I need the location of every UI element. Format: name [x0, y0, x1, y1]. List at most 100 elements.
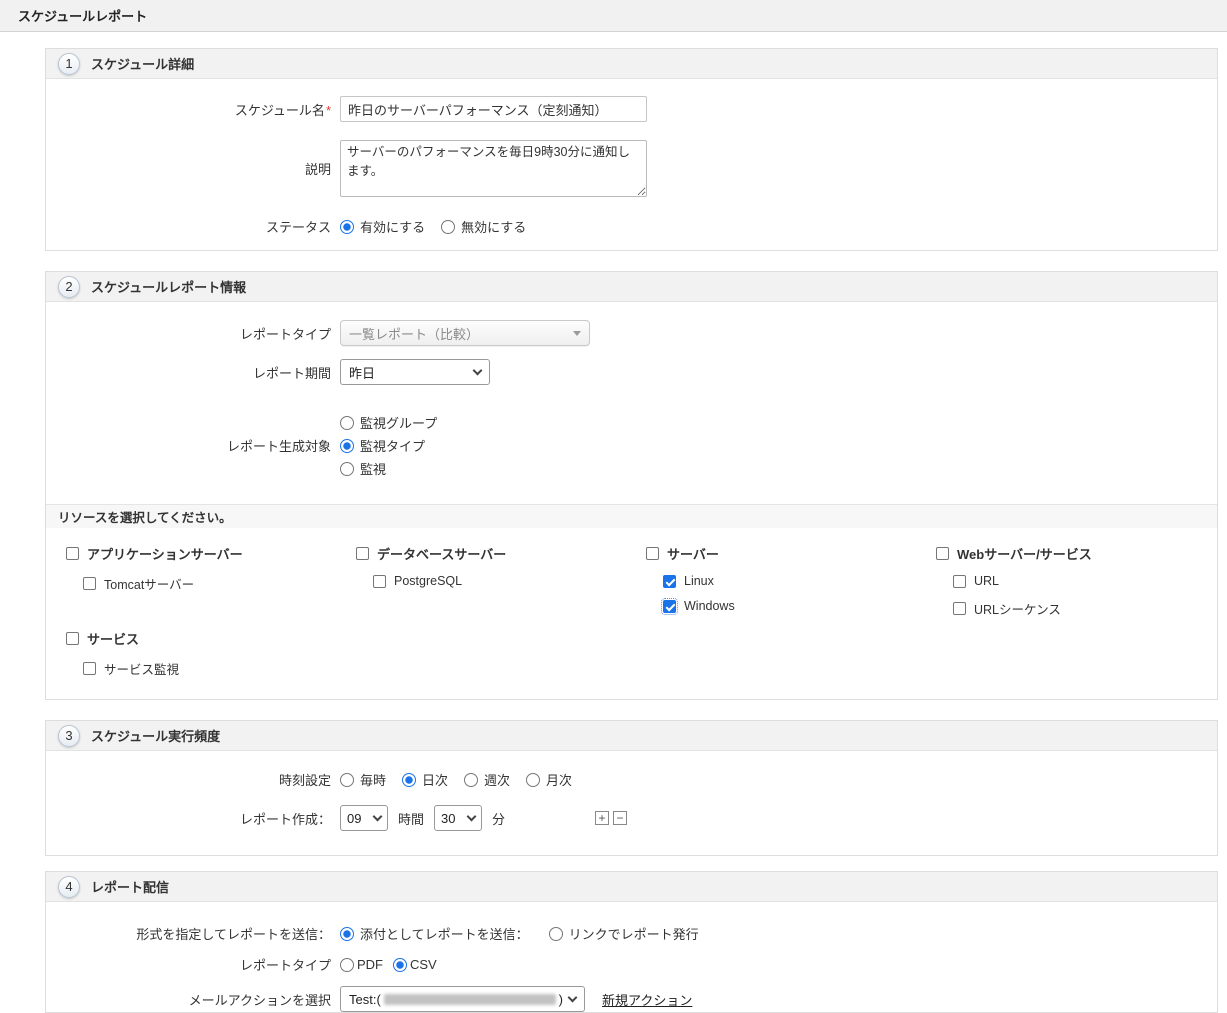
- page-header: スケジュールレポート: [0, 0, 1227, 32]
- minute-value: 30: [441, 810, 456, 826]
- checkbox-checked-icon[interactable]: [661, 597, 678, 615]
- radio-unchecked-icon[interactable]: [464, 772, 479, 787]
- radio-checked-icon[interactable]: [340, 219, 354, 234]
- checkbox-unchecked-icon[interactable]: [373, 574, 386, 588]
- section4-number-badge: 4: [58, 875, 80, 898]
- resource-child-label: Windows: [684, 599, 735, 613]
- radio-unchecked-icon[interactable]: [340, 772, 354, 787]
- report-type-row: レポートタイプ 一覧レポート（比較）: [46, 320, 1217, 346]
- format-option-attachment[interactable]: 添付としてレポートを送信：: [340, 924, 529, 943]
- mail-action-value-prefix: Test:(: [349, 991, 381, 1007]
- resource-child-label: Tomcatサーバー: [104, 578, 195, 592]
- time-option-label: 週次: [484, 773, 511, 788]
- checkbox-unchecked-icon[interactable]: [936, 547, 949, 560]
- status-row: ステータス 有効にする 無効にする: [46, 217, 1217, 250]
- radio-unchecked-icon[interactable]: [526, 772, 541, 787]
- status-label: ステータス: [265, 220, 331, 235]
- radio-checked-icon[interactable]: [340, 438, 354, 453]
- radio-unchecked-icon[interactable]: [340, 957, 354, 972]
- checkbox-unchecked-icon[interactable]: [646, 547, 659, 560]
- checkbox-unchecked-icon[interactable]: [83, 662, 96, 675]
- checkbox-unchecked-icon[interactable]: [66, 547, 79, 560]
- type-option-csv[interactable]: CSV: [393, 957, 437, 972]
- minute-select[interactable]: 30: [434, 805, 483, 831]
- resource-parent[interactable]: アプリケーションサーバー: [66, 544, 356, 563]
- time-option-label: 日次: [422, 773, 449, 788]
- report-period-select[interactable]: 昨日: [340, 359, 490, 385]
- section2-header: 2 スケジュールレポート情報: [46, 272, 1217, 302]
- resource-child-url[interactable]: URL: [953, 574, 1226, 588]
- type-option-label: PDF: [357, 957, 383, 972]
- description-row: 説明 サーバーのパフォーマンスを毎日9時30分に通知します。: [46, 140, 1217, 197]
- radio-unchecked-icon[interactable]: [548, 926, 563, 941]
- description-textarea[interactable]: サーバーのパフォーマンスを毎日9時30分に通知します。: [340, 140, 647, 197]
- add-time-icon[interactable]: +: [595, 811, 610, 825]
- chevron-down-icon: [567, 992, 578, 1003]
- mail-action-select[interactable]: Test:( ): [340, 986, 585, 1012]
- time-option-daily[interactable]: 日次: [402, 770, 448, 789]
- resource-child-tomcat[interactable]: Tomcatサーバー: [83, 574, 356, 593]
- target-option-label: 監視グループ: [360, 416, 438, 431]
- resource-grid: アプリケーションサーバー Tomcatサーバー データベースサーバー Postg…: [46, 528, 1217, 699]
- section-schedule-frequency: 3 スケジュール実行頻度 時刻設定 毎時 日次 週次 月次 レポート作成： 09…: [45, 720, 1218, 856]
- resource-child-windows[interactable]: Windows: [661, 597, 936, 615]
- checkbox-unchecked-icon[interactable]: [953, 574, 966, 588]
- radio-unchecked-icon[interactable]: [340, 415, 354, 430]
- resource-parent-label: アプリケーションサーバー: [87, 547, 243, 562]
- resource-parent[interactable]: Webサーバー/サービス: [936, 544, 1226, 563]
- status-option-disable[interactable]: 無効にする: [441, 217, 526, 236]
- report-type-select: 一覧レポート（比較）: [340, 320, 590, 346]
- resource-child-label: URL: [974, 574, 1000, 588]
- hour-unit-label: 時間: [398, 811, 425, 827]
- hour-value: 09: [347, 810, 362, 826]
- resource-child-linux[interactable]: Linux: [663, 574, 936, 588]
- target-option-monitor-type[interactable]: 監視タイプ: [340, 436, 437, 455]
- report-creation-label: レポート作成：: [239, 811, 331, 827]
- section2-number-badge: 2: [58, 275, 80, 298]
- checkbox-unchecked-icon[interactable]: [83, 577, 96, 590]
- radio-checked-icon[interactable]: [393, 957, 407, 972]
- time-row-controls: + −: [595, 811, 628, 825]
- radio-unchecked-icon[interactable]: [441, 219, 456, 234]
- radio-checked-icon[interactable]: [402, 772, 417, 787]
- schedule-name-input[interactable]: [340, 96, 647, 122]
- delivery-format-row: 形式を指定してレポートを送信： 添付としてレポートを送信： リンクでレポート発行: [46, 924, 1217, 943]
- type-option-pdf[interactable]: PDF: [340, 957, 383, 972]
- resource-prompt-strip: リソースを選択してください。: [46, 504, 1217, 528]
- resource-child-postgresql[interactable]: PostgreSQL: [373, 574, 646, 588]
- time-option-hourly[interactable]: 毎時: [340, 770, 386, 789]
- checkbox-unchecked-icon[interactable]: [356, 547, 369, 560]
- radio-checked-icon[interactable]: [340, 926, 354, 941]
- time-setting-row: 時刻設定 毎時 日次 週次 月次: [46, 770, 1217, 789]
- status-disable-label: 無効にする: [461, 220, 527, 235]
- remove-time-icon[interactable]: −: [613, 811, 628, 825]
- resource-child-url-sequence[interactable]: URLシーケンス: [953, 599, 1226, 618]
- new-action-link[interactable]: 新規アクション: [602, 990, 692, 1009]
- target-option-label: 監視タイプ: [360, 439, 426, 454]
- resource-parent[interactable]: サーバー: [646, 544, 936, 563]
- checkbox-checked-icon[interactable]: [663, 574, 676, 588]
- mail-action-value-suffix: ): [558, 991, 563, 1007]
- resource-parent[interactable]: データベースサーバー: [356, 544, 646, 563]
- radio-unchecked-icon[interactable]: [340, 461, 354, 476]
- required-asterisk: *: [325, 102, 331, 118]
- time-option-weekly[interactable]: 週次: [464, 770, 510, 789]
- time-option-monthly[interactable]: 月次: [526, 770, 572, 789]
- hour-select[interactable]: 09: [340, 805, 388, 831]
- checkbox-unchecked-icon[interactable]: [66, 632, 79, 645]
- resource-group-application-server: アプリケーションサーバー Tomcatサーバー: [66, 544, 356, 618]
- format-option-link[interactable]: リンクでレポート発行: [548, 924, 699, 943]
- section3-number-badge: 3: [58, 724, 80, 747]
- resource-parent[interactable]: サービス: [66, 629, 356, 648]
- checkbox-unchecked-icon[interactable]: [953, 602, 966, 615]
- section-schedule-details: 1 スケジュール詳細 スケジュール名* 説明 サーバーのパフォーマンスを毎日9時…: [45, 48, 1218, 251]
- target-option-monitor[interactable]: 監視: [340, 459, 437, 478]
- generation-target-options: 監視グループ 監視タイプ 監視: [340, 413, 437, 478]
- resource-child-service-monitor[interactable]: サービス監視: [83, 659, 356, 678]
- resource-group-service: サービス サービス監視: [66, 629, 356, 678]
- mail-action-label: メールアクションを選択: [188, 992, 331, 1008]
- target-option-monitor-group[interactable]: 監視グループ: [340, 413, 437, 432]
- target-option-label: 監視: [360, 462, 387, 477]
- time-option-label: 月次: [546, 773, 573, 788]
- status-option-enable[interactable]: 有効にする: [340, 217, 425, 236]
